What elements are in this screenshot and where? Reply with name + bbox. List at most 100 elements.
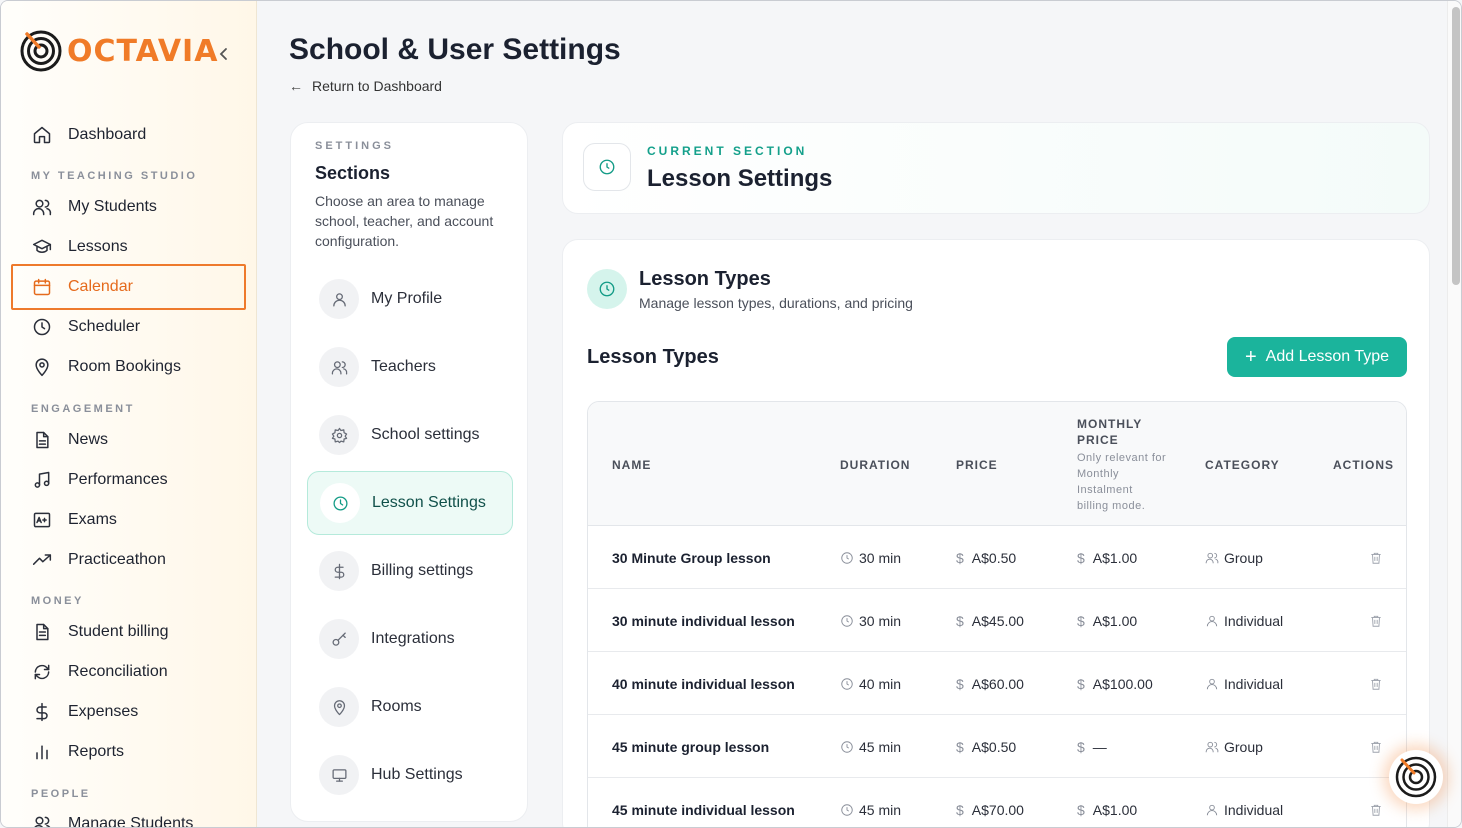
category-value: Individual (1224, 801, 1284, 818)
collapse-sidebar-button[interactable] (215, 45, 233, 63)
dollar-icon: $ (1077, 549, 1085, 566)
column-header-name[interactable]: NAME (612, 458, 651, 472)
sidebar-item-calendar[interactable]: Calendar (31, 267, 243, 307)
sidebar-item-expenses[interactable]: Expenses (31, 692, 243, 732)
sidebar-item-label: Scheduler (68, 318, 141, 335)
duration-value: 30 min (859, 549, 902, 566)
section-item-lesson-settings[interactable]: Lesson Settings (307, 471, 513, 535)
column-header-category[interactable]: CATEGORY (1205, 458, 1280, 472)
monthly-price-value: A$1.00 (1092, 801, 1138, 818)
delete-button[interactable] (1369, 589, 1383, 652)
section-item-teachers[interactable]: Teachers (307, 335, 513, 399)
scrollbar-thumb[interactable] (1452, 7, 1460, 285)
sidebar-item-scheduler[interactable]: Scheduler (31, 307, 243, 347)
lesson-types-card-subtitle: Manage lesson types, durations, and pric… (639, 295, 913, 311)
sidebar-item-label: Practiceathon (68, 551, 166, 568)
page-scrollbar[interactable] (1447, 1, 1461, 827)
arrow-left-icon: ← (289, 78, 303, 94)
graduation-cap-icon (32, 239, 52, 253)
section-item-my-profile[interactable]: My Profile (307, 267, 513, 331)
lesson-types-table: NAME DURATION PRICE MONTHLY PRICE Only r… (587, 401, 1407, 827)
trend-up-icon (32, 554, 52, 565)
dollar-icon: $ (1077, 801, 1085, 818)
dollar-icon: $ (1077, 738, 1085, 755)
sidebar-item-manage-students[interactable]: Manage Students (31, 804, 243, 827)
duration-cell: 45 min (840, 778, 901, 827)
clock-icon (841, 740, 853, 753)
sidebar-item-exams[interactable]: Exams (31, 500, 243, 540)
table-row[interactable]: 45 minute group lesson 45 min $ A$0.50 $ —… (588, 715, 1406, 778)
sidebar-item-reconciliation[interactable]: Reconciliation (31, 652, 243, 692)
duration-cell: 45 min (840, 715, 901, 778)
section-item-school-settings[interactable]: School settings (307, 403, 513, 467)
price-cell: $ A$60.00 (956, 652, 1024, 715)
sidebar-item-label: Room Bookings (68, 358, 181, 375)
return-to-dashboard-link[interactable]: ← Return to Dashboard (289, 78, 442, 94)
sidebar-item-label: Reports (68, 743, 125, 760)
lesson-name: 30 Minute Group lesson (612, 549, 771, 566)
sidebar-item-lessons[interactable]: Lessons (31, 227, 243, 267)
user-icon (332, 292, 346, 307)
section-item-label: School settings (371, 426, 480, 443)
add-lesson-type-button[interactable]: + Add Lesson Type (1227, 337, 1407, 377)
dollar-icon: $ (956, 675, 964, 692)
clock-icon (841, 551, 853, 564)
sidebar-item-student-billing[interactable]: Student billing (31, 612, 243, 652)
trash-icon (1371, 804, 1381, 816)
sidebar-item-room-bookings[interactable]: Room Bookings (31, 347, 243, 387)
section-item-rooms[interactable]: Rooms (307, 675, 513, 739)
monitor-icon (331, 768, 347, 782)
sidebar-item-reports[interactable]: Reports (31, 732, 243, 772)
lesson-types-icon-badge (587, 269, 627, 309)
sidebar-item-performances[interactable]: Performances (31, 460, 243, 500)
table-row[interactable]: 30 Minute Group lesson 30 min $ A$0.50 $ A… (588, 526, 1406, 589)
table-row[interactable]: 45 minute individual lesson 45 min $ A$70… (588, 778, 1406, 827)
sidebar-item-dashboard[interactable]: Dashboard (31, 115, 243, 155)
sidebar-item-practiceathon[interactable]: Practiceathon (31, 540, 243, 580)
sidebar-item-label: Calendar (68, 278, 133, 295)
monthly-price-cell: $ A$1.00 (1077, 589, 1137, 652)
user-icon (1206, 678, 1218, 689)
category-cell: Individual (1205, 589, 1283, 652)
lesson-name: 45 minute group lesson (612, 738, 770, 755)
page-title: School & User Settings (289, 33, 621, 66)
section-item-label: Lesson Settings (372, 494, 486, 511)
column-header-duration[interactable]: DURATION (840, 458, 910, 472)
price-value: A$45.00 (971, 612, 1024, 629)
monthly-price-value: A$100.00 (1092, 675, 1153, 692)
logo[interactable]: OCTAVIA (19, 29, 218, 73)
category-value: Individual (1224, 675, 1284, 692)
sidebar-item-my-students[interactable]: My Students (31, 187, 243, 227)
table-row[interactable]: 40 minute individual lesson 40 min $ A$60… (588, 652, 1406, 715)
column-header-monthly-price[interactable]: MONTHLY PRICE (1077, 416, 1157, 448)
column-header-price[interactable]: PRICE (956, 458, 998, 472)
dollar-icon: $ (956, 801, 964, 818)
section-item-label: Teachers (371, 358, 436, 375)
section-item-hub-settings[interactable]: Hub Settings (307, 743, 513, 807)
music-note-icon (34, 471, 50, 488)
duration-cell: 30 min (840, 526, 901, 589)
delete-button[interactable] (1369, 715, 1383, 778)
user-icon (1206, 615, 1218, 626)
price-value: A$70.00 (971, 801, 1024, 818)
delete-button[interactable] (1369, 652, 1383, 715)
section-item-integrations[interactable]: Integrations (307, 607, 513, 671)
table-row[interactable]: 30 minute individual lesson 30 min $ A$45… (588, 589, 1406, 652)
grade-icon (33, 512, 51, 528)
nav-group-money: MONEY (31, 595, 84, 607)
gear-icon (331, 427, 347, 443)
delete-button[interactable] (1369, 778, 1383, 827)
map-pin-icon (35, 358, 49, 377)
clock-icon (599, 159, 615, 175)
current-section-title: Lesson Settings (647, 165, 833, 192)
sidebar-item-label: Reconciliation (68, 663, 168, 680)
help-assistant-button[interactable] (1389, 750, 1443, 804)
lesson-name: 45 minute individual lesson (612, 801, 795, 818)
delete-button[interactable] (1369, 526, 1383, 589)
section-item-label: Rooms (371, 698, 422, 715)
monthly-price-note: Only relevant for Monthly Instalment bil… (1077, 452, 1167, 512)
section-item-billing-settings[interactable]: Billing settings (307, 539, 513, 603)
dollar-icon: $ (956, 549, 964, 566)
app-window: OCTAVIA Dashboard MY TEACHING STUDIO My … (0, 0, 1462, 828)
sidebar-item-news[interactable]: News (31, 420, 243, 460)
